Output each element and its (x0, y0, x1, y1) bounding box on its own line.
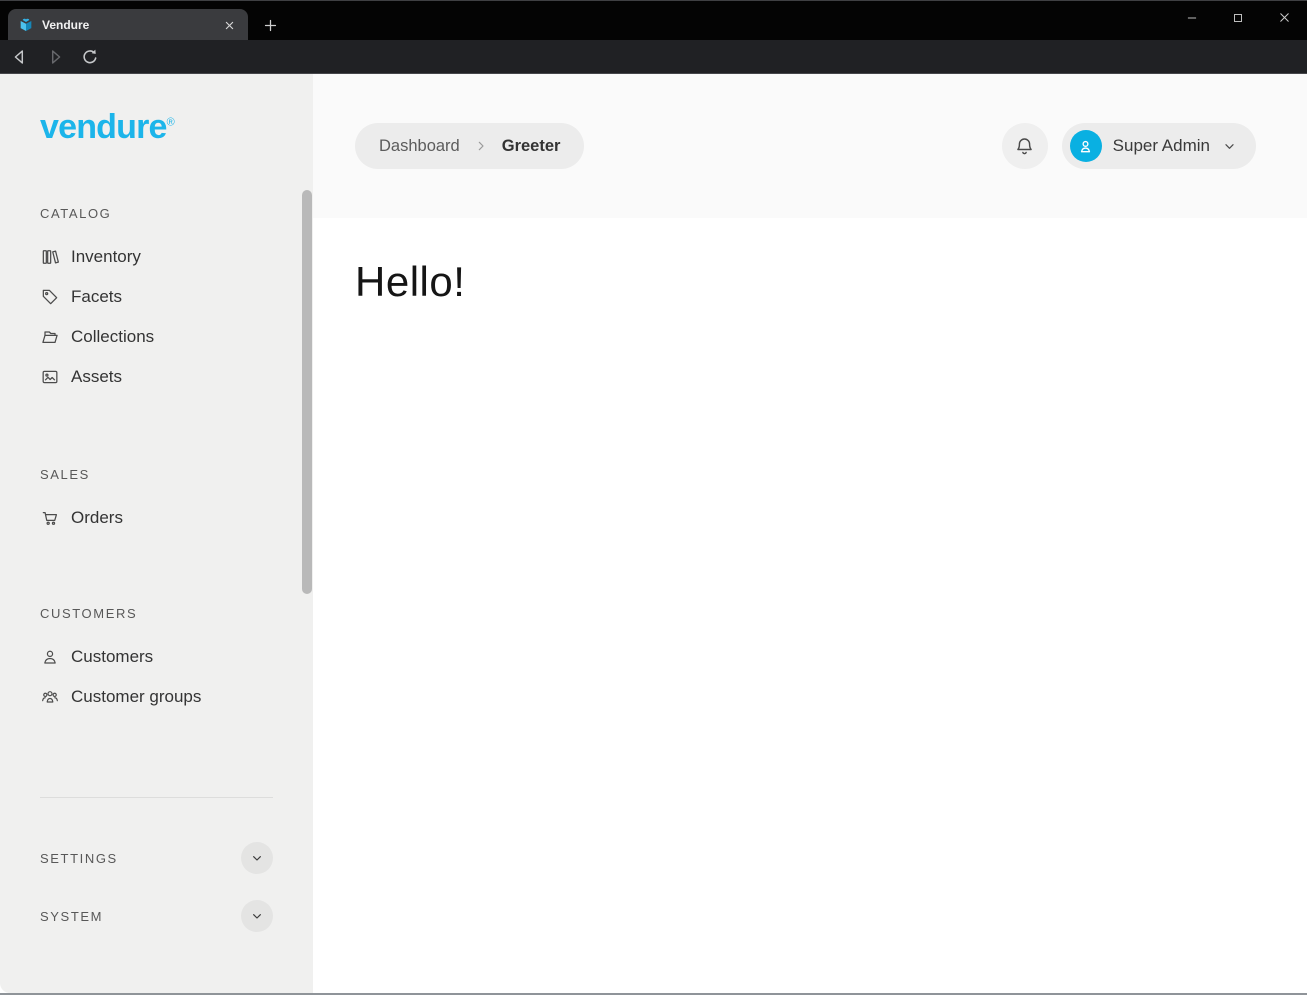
cart-icon (40, 508, 60, 528)
sidebar-section-settings[interactable]: SETTINGS (40, 836, 273, 880)
user-avatar (1070, 130, 1102, 162)
forward-button[interactable] (40, 43, 70, 71)
sidebar-item-facets[interactable]: Facets (40, 277, 273, 317)
sidebar-section-system[interactable]: SYSTEM (40, 894, 273, 938)
users-group-icon (40, 687, 60, 707)
back-button[interactable] (5, 43, 35, 71)
image-icon (40, 367, 60, 387)
sidebar-scrollbar[interactable] (302, 190, 312, 594)
tab-title: Vendure (42, 18, 89, 32)
section-label-settings: SETTINGS (40, 851, 118, 866)
section-label-sales: SALES (40, 467, 273, 482)
sidebar-item-label: Assets (71, 367, 122, 387)
sidebar-item-label: Inventory (71, 247, 141, 267)
new-tab-button[interactable] (258, 13, 282, 37)
browser-titlebar: Vendure (0, 0, 1307, 40)
vendure-logo[interactable]: vendure® (40, 110, 313, 144)
sidebar-item-customer-groups[interactable]: Customer groups (40, 677, 273, 717)
user-menu-button[interactable]: Super Admin (1062, 123, 1256, 169)
folder-icon (40, 327, 60, 347)
settings-expand-button[interactable] (241, 842, 273, 874)
sidebar-item-label: Collections (71, 327, 154, 347)
sidebar-item-label: Customers (71, 647, 153, 667)
system-expand-button[interactable] (241, 900, 273, 932)
sidebar-item-collections[interactable]: Collections (40, 317, 273, 357)
greeting-heading: Hello! (355, 258, 1307, 306)
page-header: Dashboard Greeter (313, 74, 1307, 218)
chevron-down-icon (249, 908, 265, 924)
bell-icon (1013, 135, 1036, 158)
sidebar-item-label: Facets (71, 287, 122, 307)
notifications-button[interactable] (1002, 123, 1048, 169)
chevron-right-icon (473, 138, 489, 154)
breadcrumb-item-greeter: Greeter (502, 137, 561, 156)
main-area: Dashboard Greeter (313, 74, 1307, 993)
browser-tab[interactable]: Vendure (8, 9, 248, 41)
chevron-down-icon (249, 850, 265, 866)
sidebar-item-customers[interactable]: Customers (40, 637, 273, 677)
breadcrumb: Dashboard Greeter (355, 123, 584, 169)
page-content: Hello! (313, 218, 1307, 993)
window-controls (1169, 2, 1307, 33)
library-icon (40, 247, 60, 267)
header-actions: Super Admin (1002, 123, 1256, 169)
section-label-catalog: CATALOG (40, 206, 273, 221)
user-name: Super Admin (1113, 136, 1210, 156)
customers-items: Customers Customer groups (40, 637, 273, 717)
section-label-customers: CUSTOMERS (40, 606, 273, 621)
sidebar-item-orders[interactable]: Orders (40, 498, 273, 538)
sidebar: vendure® CATALOG Inventory (0, 74, 313, 993)
sidebar-item-label: Orders (71, 508, 123, 528)
minimize-button[interactable] (1169, 2, 1215, 33)
tab-close-icon[interactable] (220, 16, 238, 34)
sidebar-item-label: Customer groups (71, 687, 201, 707)
user-icon (40, 647, 60, 667)
chevron-down-icon (1221, 138, 1238, 155)
tag-icon (40, 287, 60, 307)
logo-text: vendure (40, 108, 167, 146)
logo-registered-mark: ® (167, 117, 174, 129)
breadcrumb-item-dashboard[interactable]: Dashboard (379, 137, 460, 156)
section-label-system: SYSTEM (40, 909, 103, 924)
browser-window: Vendure (0, 0, 1307, 995)
browser-toolbar: ! localhost:3000/admin/extensions/greet (0, 40, 1307, 74)
sidebar-item-assets[interactable]: Assets (40, 357, 273, 397)
sidebar-item-inventory[interactable]: Inventory (40, 237, 273, 277)
sidebar-divider (40, 797, 273, 798)
reload-button[interactable] (75, 43, 105, 71)
sales-items: Orders (40, 498, 273, 538)
user-avatar-icon (1076, 137, 1095, 156)
page-body: vendure® CATALOG Inventory (0, 74, 1307, 993)
vendure-favicon-icon (18, 17, 34, 33)
maximize-button[interactable] (1215, 2, 1261, 33)
close-window-button[interactable] (1261, 2, 1307, 33)
catalog-items: Inventory Facets Col (40, 237, 273, 397)
